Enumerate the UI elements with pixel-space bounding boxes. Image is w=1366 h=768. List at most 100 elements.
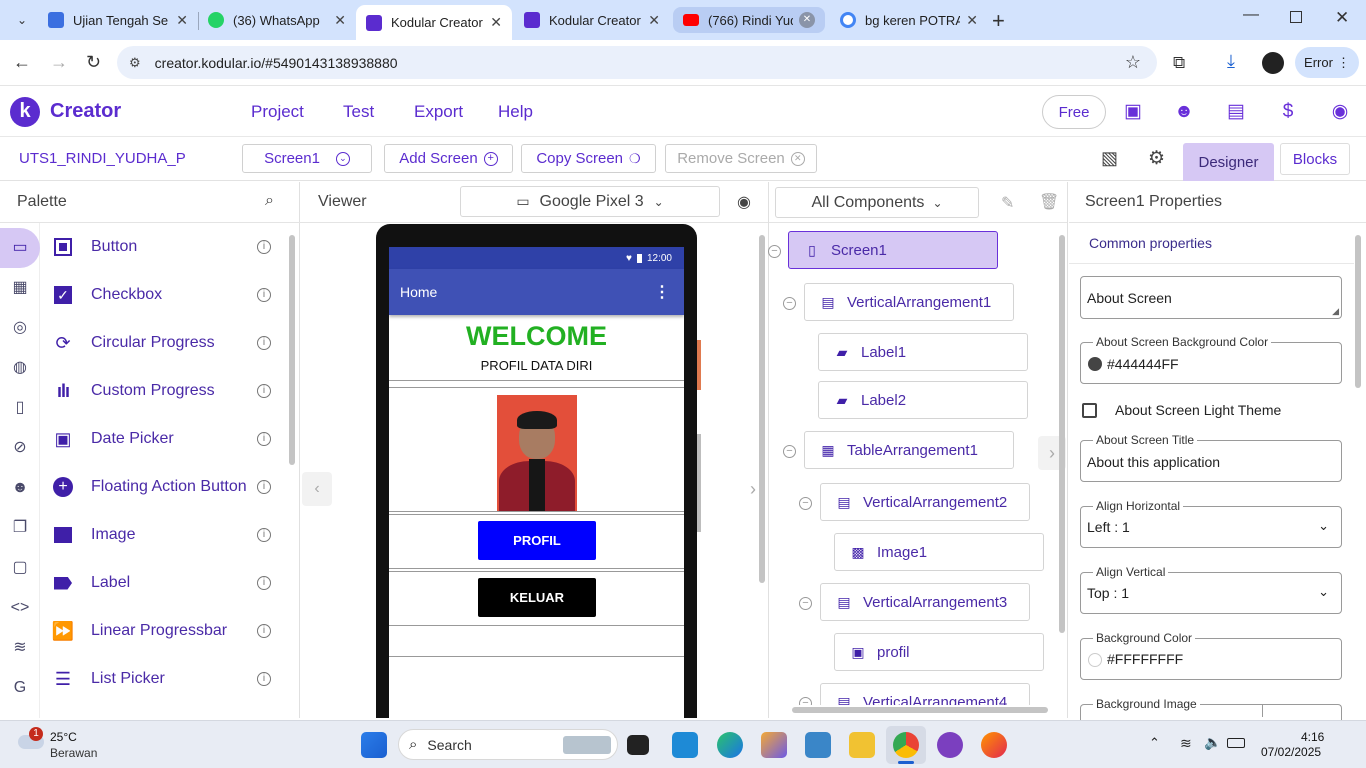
browser-tab-active[interactable]: Kodular Creator ✕ (356, 5, 512, 40)
trash-icon[interactable]: 🗑 (1039, 192, 1059, 212)
tab-list-button[interactable]: ⌄ (12, 10, 32, 30)
menu-test[interactable]: Test (343, 102, 374, 122)
new-tab-button[interactable]: + (992, 8, 1005, 34)
dollar-icon[interactable]: $ (1277, 101, 1299, 123)
tree-node-verticalarrangement2[interactable]: ▤ VerticalArrangement2 (820, 483, 1030, 521)
extensions-icon[interactable]: ⧉ (1173, 53, 1185, 73)
connectivity-icon[interactable]: ≋ (10, 638, 30, 658)
info-icon[interactable]: i (257, 240, 271, 254)
palette-item-button[interactable]: Button (52, 223, 282, 271)
tree-vscrollbar[interactable] (1059, 235, 1065, 633)
palette-item-label[interactable]: Label (52, 559, 282, 607)
github-desktop-icon[interactable] (937, 732, 963, 758)
clock-date[interactable]: 07/02/2025 (1261, 745, 1321, 759)
palette-item-linear-progressbar[interactable]: ⏩ Linear Progressbar (52, 607, 282, 655)
viewer-prev-button[interactable]: ‹ (302, 472, 332, 506)
tree-node-screen1[interactable]: ▯ Screen1 (788, 231, 998, 269)
wifi-icon[interactable]: ≋ (1180, 735, 1192, 752)
url-omnibox[interactable]: ⚙ creator.kodular.io/#5490143138938880 ☆ (117, 46, 1157, 79)
close-icon[interactable]: ✕ (648, 12, 660, 29)
tree-node-verticalarrangement3[interactable]: ▤ VerticalArrangement3 (820, 583, 1030, 621)
add-screen-button[interactable]: Add Screen + (384, 144, 513, 173)
align-vertical-select[interactable]: Align Vertical Top : 1 ⌄ (1080, 565, 1342, 614)
browser-tab[interactable]: Kodular Creator ✕ (514, 5, 670, 35)
close-window-button[interactable]: ✕ (1335, 8, 1349, 28)
pencil-icon[interactable]: ✎ (1001, 193, 1014, 213)
profil-button[interactable]: PROFIL (478, 521, 596, 560)
firefox-icon[interactable] (981, 732, 1007, 758)
copilot-icon[interactable] (761, 732, 787, 758)
collapse-icon[interactable]: − (799, 697, 812, 705)
clock-time[interactable]: 4:16 (1301, 730, 1324, 744)
collapse-icon[interactable]: − (799, 597, 812, 610)
edge-icon[interactable] (717, 732, 743, 758)
gallery-icon[interactable]: ▧ (1101, 148, 1118, 169)
palette-item-checkbox[interactable]: ✓ Checkbox (52, 271, 282, 319)
align-horizontal-select[interactable]: Align Horizontal Left : 1 ⌄ (1080, 499, 1342, 548)
reload-icon[interactable]: ↻ (86, 52, 101, 73)
tree-node-label2[interactable]: ▰ Label2 (818, 381, 1028, 419)
code-icon[interactable]: <> (10, 598, 30, 618)
restore-button[interactable] (1290, 11, 1302, 23)
collapse-icon[interactable]: − (783, 297, 796, 310)
browser-tab[interactable]: (766) Rindi Yudh ✕ (673, 7, 825, 33)
tree-node-verticalarrangement4[interactable]: ▤ VerticalArrangement4 (820, 683, 1030, 705)
social-icon[interactable]: ☻ (10, 478, 30, 498)
battery-icon[interactable] (1227, 738, 1245, 748)
tab-blocks[interactable]: Blocks (1280, 143, 1350, 175)
keluar-button[interactable]: KELUAR (478, 578, 596, 617)
search-icon[interactable]: ⌕ (265, 192, 274, 210)
chrome-icon[interactable] (893, 732, 919, 758)
site-info-icon[interactable]: ⚙ (129, 55, 141, 71)
screen-select[interactable]: Screen1 ⌄ (242, 144, 372, 173)
browser-tab[interactable]: bg keren POTRA ✕ (830, 5, 988, 35)
sensors-icon[interactable]: ⊘ (10, 438, 30, 458)
taskbar-search[interactable]: ⌕ Search (398, 729, 618, 760)
info-icon[interactable]: i (257, 576, 271, 590)
about-title-field[interactable]: About Screen Title About this applicatio… (1080, 433, 1342, 482)
info-icon[interactable]: i (257, 336, 271, 350)
weather-widget[interactable]: 1 25°C Berawan (14, 727, 104, 763)
background-color-field[interactable]: Background Color #FFFFFFFF (1080, 631, 1342, 680)
collapse-icon[interactable]: − (768, 245, 781, 258)
storage-icon[interactable]: ❐ (10, 518, 30, 538)
tab-designer[interactable]: Designer (1183, 143, 1274, 181)
vscode-icon[interactable] (672, 732, 698, 758)
collapse-icon[interactable]: − (783, 445, 796, 458)
utilities-icon[interactable]: ▢ (10, 558, 30, 578)
about-bg-color-field[interactable]: About Screen Background Color #444444FF (1080, 335, 1342, 384)
info-icon[interactable]: i (257, 432, 271, 446)
menu-export[interactable]: Export (414, 102, 463, 122)
tree-node-label1[interactable]: ▰ Label1 (818, 333, 1028, 371)
palette-item-list-picker[interactable]: ☰ List Picker (52, 655, 282, 703)
palette-item-circular-progress[interactable]: ⟳ Circular Progress (52, 319, 282, 367)
components-filter-select[interactable]: All Components ⌄ (775, 187, 979, 218)
light-theme-checkbox[interactable] (1082, 402, 1097, 418)
volume-icon[interactable]: 🔈 (1204, 734, 1221, 751)
tree-node-image1[interactable]: ▩ Image1 (834, 533, 1044, 571)
tree-node-profil[interactable]: ▣ profil (834, 633, 1044, 671)
docs-icon[interactable]: ▤ (1225, 101, 1247, 123)
gear-icon[interactable]: ⚙ (1148, 147, 1165, 170)
back-icon[interactable]: ← (13, 52, 31, 73)
download-icon[interactable]: ⤓ (1227, 51, 1235, 72)
palette-item-custom-progress[interactable]: ılı Custom Progress (52, 367, 282, 415)
tree-node-verticalarrangement1[interactable]: ▤ VerticalArrangement1 (804, 283, 1014, 321)
remove-screen-button[interactable]: Remove Screen ✕ (665, 144, 817, 173)
browser-tab[interactable]: Ujian Tengah Se ✕ (38, 5, 198, 35)
close-icon[interactable]: ✕ (334, 12, 346, 29)
viewer-vscrollbar[interactable] (759, 235, 765, 583)
free-plan-button[interactable]: Free (1042, 95, 1106, 129)
maps-icon[interactable]: ▯ (10, 398, 30, 418)
copy-screen-button[interactable]: Copy Screen ❍ (521, 144, 656, 173)
close-icon[interactable]: ✕ (490, 14, 502, 31)
user-interface-icon[interactable]: ▭ (10, 238, 30, 258)
info-icon[interactable]: i (257, 480, 271, 494)
palette-scrollbar[interactable] (289, 235, 295, 465)
hide-components-icon[interactable]: ◉ (737, 192, 751, 212)
media-icon[interactable]: ◎ (10, 318, 30, 338)
common-properties-section[interactable]: Common properties (1089, 235, 1212, 251)
file-explorer-icon[interactable] (849, 732, 875, 758)
info-icon[interactable]: i (257, 288, 271, 302)
tree-hscrollbar[interactable] (792, 707, 1048, 713)
